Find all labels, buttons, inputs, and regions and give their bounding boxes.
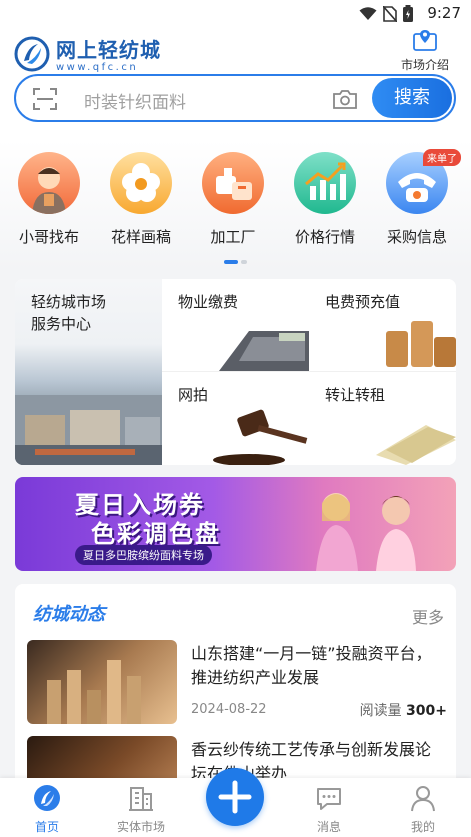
news-section: 纺城动态 更多 山东搭建“一月一链”投融资平台，推进纺织产业发展 2024-08… — [15, 584, 456, 784]
no-sim-icon — [383, 5, 397, 22]
map-pin-icon — [413, 30, 437, 51]
plus-icon — [218, 780, 252, 814]
scan-icon[interactable] — [32, 87, 58, 111]
service-label: 电费预充值 — [325, 293, 401, 311]
quick-nav-label: 花样画稿 — [110, 228, 171, 246]
tab-physical-market[interactable]: 实体市场 — [106, 784, 176, 835]
service-label: 转让转租 — [325, 386, 386, 404]
news-thumbnail — [27, 640, 177, 724]
new-order-badge: 来单了 — [423, 149, 461, 166]
logo-icon — [14, 36, 50, 71]
status-bar: 9:27 — [0, 0, 471, 26]
news-item[interactable]: 山东搭建“一月一链”投融资平台，推进纺织产业发展 2024-08-22 阅读量 … — [27, 640, 447, 724]
coins-image — [386, 321, 456, 367]
user-icon — [411, 786, 435, 812]
status-icons — [359, 5, 413, 22]
publish-plus-button[interactable] — [206, 768, 264, 826]
market-intro-label: 市场介绍 — [400, 58, 449, 72]
quick-nav-item-factory[interactable]: 加工厂 — [193, 152, 273, 247]
tab-label: 消息 — [316, 820, 341, 834]
news-more-link[interactable]: 更多 — [412, 604, 444, 628]
status-time: 9:27 — [427, 4, 461, 22]
price-chart-icon — [294, 152, 356, 214]
quick-nav-item-patterns[interactable]: 花样画稿 — [101, 152, 181, 247]
news-thumbnail — [27, 736, 177, 784]
service-center-line1: 轻纺城市场 — [31, 293, 107, 311]
promo-banner[interactable]: 夏日入场券 色彩调色盘 夏日多巴胺缤纷面料专场 — [15, 477, 456, 571]
tab-label: 我的 — [410, 820, 435, 834]
service-center-card[interactable]: 轻纺城市场 服务中心 — [15, 279, 162, 465]
tab-label: 实体市场 — [116, 820, 165, 834]
gavel-image — [213, 409, 308, 465]
camera-icon[interactable] — [332, 88, 358, 110]
message-icon — [317, 788, 341, 810]
search-bar[interactable]: 时装针织面料 搜索 — [14, 74, 456, 122]
news-reads: 阅读量 300+ — [359, 703, 447, 719]
quick-nav-label: 小哥找布 — [18, 228, 79, 246]
calculator-image — [219, 331, 309, 371]
factory-icon — [202, 152, 264, 214]
quick-nav-item-courier[interactable]: 小哥找布 — [9, 152, 89, 247]
market-intro-button[interactable]: 市场介绍 — [399, 28, 451, 73]
quick-nav: 小哥找布 花样画稿 加工厂 价格行情 来单了 采购信息 — [0, 140, 471, 270]
app-url: www.qfc.cn — [56, 62, 139, 73]
banner-title-line2: 色彩调色盘 — [91, 520, 221, 548]
quick-nav-item-prices[interactable]: 价格行情 — [285, 152, 365, 247]
courier-icon — [18, 152, 80, 214]
services-grid: 轻纺城市场 服务中心 物业缴费 电费预充值 网拍 转让转租 — [15, 279, 456, 465]
app-logo: 网上轻纺城 www.qfc.cn — [14, 34, 161, 73]
service-label: 物业缴费 — [178, 293, 239, 311]
news-date: 2024-08-22 — [191, 702, 267, 717]
service-property-fee[interactable]: 物业缴费 — [162, 279, 309, 372]
tab-home[interactable]: 首页 — [12, 784, 82, 835]
quick-nav-label: 价格行情 — [294, 228, 355, 246]
service-electricity-prepay[interactable]: 电费预充值 — [309, 279, 456, 372]
quick-nav-label: 加工厂 — [210, 228, 256, 246]
wifi-icon — [359, 6, 377, 20]
search-button[interactable]: 搜索 — [372, 78, 452, 118]
quick-nav-item-purchase[interactable]: 来单了 采购信息 — [377, 149, 461, 247]
app-name: 网上轻纺城 — [56, 38, 161, 62]
bottom-tab-bar: 首页 实体市场 消息 我的 — [0, 768, 471, 837]
search-input[interactable]: 时装针织面料 — [84, 88, 186, 113]
banner-subtitle: 夏日多巴胺缤纷面料专场 — [75, 545, 212, 565]
home-logo-icon — [34, 785, 60, 811]
building-icon — [129, 787, 153, 811]
tab-label: 首页 — [34, 820, 59, 834]
tab-mine[interactable]: 我的 — [388, 784, 458, 835]
banknotes-image — [376, 425, 456, 465]
battery-icon — [403, 5, 413, 22]
quick-nav-label: 采购信息 — [386, 228, 447, 246]
header: 网上轻纺城 www.qfc.cn 市场介绍 时装针织面料 搜索 — [0, 26, 471, 146]
news-section-title: 纺城动态 — [33, 604, 105, 625]
service-label: 网拍 — [178, 386, 209, 404]
flower-icon — [110, 152, 172, 214]
service-online-auction[interactable]: 网拍 — [162, 372, 309, 465]
market-building-image — [15, 395, 162, 465]
page-indicator — [224, 260, 247, 264]
tab-messages[interactable]: 消息 — [294, 784, 364, 835]
service-transfer-sublet[interactable]: 转让转租 — [309, 372, 456, 465]
service-center-line2: 服务中心 — [31, 315, 92, 333]
banner-decor-image — [316, 493, 416, 571]
news-headline: 山东搭建“一月一链”投融资平台，推进纺织产业发展 — [191, 644, 432, 687]
